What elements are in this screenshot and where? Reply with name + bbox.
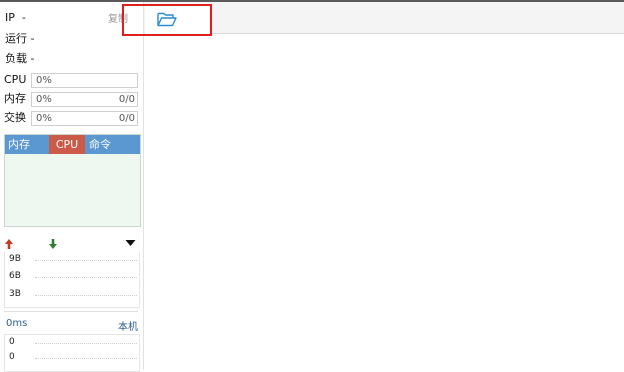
load-row: 负载 -: [5, 51, 34, 67]
load-label: 负载: [5, 52, 27, 65]
tab-bar: [144, 2, 624, 34]
cpu-meter-percent: 0%: [36, 75, 52, 86]
process-table-header: 内存 CPU 命令: [5, 135, 140, 154]
arrow-up-icon: [5, 239, 13, 249]
swap-meter-label: 交换: [4, 111, 26, 124]
memory-meter-percent: 0%: [36, 94, 52, 105]
swap-meter-amount: 0/0: [118, 113, 135, 124]
net-gridline: [35, 260, 137, 261]
sidebar-divider: [143, 2, 144, 370]
net-tick-label: 9B: [9, 254, 21, 264]
ping-latency: 0ms: [6, 318, 28, 329]
column-command[interactable]: 命令: [89, 135, 111, 154]
copy-ip-button[interactable]: 复制: [108, 10, 128, 25]
process-table: 内存 CPU 命令: [4, 134, 141, 227]
net-gridline: [35, 277, 137, 278]
cpu-meter: 0%: [31, 73, 138, 88]
net-gridline: [35, 295, 137, 296]
folder-open-icon[interactable]: [157, 11, 177, 27]
load-value: -: [30, 52, 35, 65]
column-cpu[interactable]: CPU: [49, 135, 85, 154]
swap-meter-percent: 0%: [36, 113, 52, 124]
ping-target-selector[interactable]: 本机: [118, 318, 138, 333]
cpu-meter-label: CPU: [4, 73, 27, 86]
uptime-value: -: [30, 32, 35, 45]
uptime-row: 运行 -: [5, 31, 34, 47]
ip-row: IP -: [5, 10, 26, 26]
ping-chart: 0 0: [4, 334, 140, 372]
ip-label: IP: [5, 11, 15, 24]
ping-gridline: [35, 358, 137, 359]
network-chart: 9B 6B 3B: [4, 252, 140, 308]
ping-tick-label: 0: [9, 337, 15, 347]
ping-tick-label: 0: [9, 352, 15, 362]
network-controls: [4, 238, 138, 250]
ip-value: -: [21, 11, 26, 24]
memory-meter: 0% 0/0: [31, 92, 138, 107]
memory-meter-amount: 0/0: [118, 94, 135, 105]
net-tick-label: 3B: [9, 289, 21, 299]
tab-file-browser[interactable]: [145, 4, 209, 34]
memory-meter-label: 内存: [4, 92, 26, 105]
swap-meter: 0% 0/0: [31, 111, 138, 126]
section-divider: [4, 311, 138, 312]
uptime-label: 运行: [5, 32, 27, 45]
ping-gridline: [35, 343, 137, 344]
column-memory[interactable]: 内存: [8, 135, 30, 154]
arrow-down-icon: [49, 239, 57, 249]
caret-down-icon[interactable]: [125, 239, 136, 247]
net-tick-label: 6B: [9, 271, 21, 281]
